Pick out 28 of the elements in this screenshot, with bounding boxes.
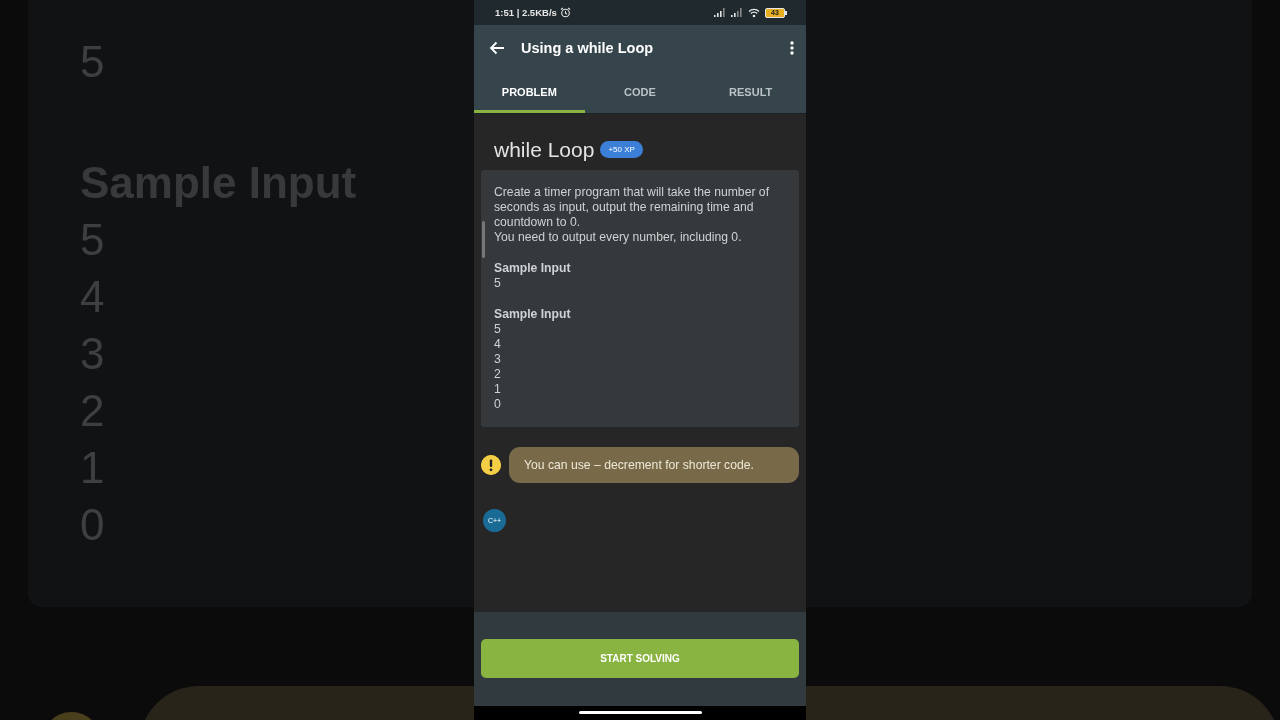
more-options-icon (790, 40, 794, 55)
sample-value: 3 (494, 352, 502, 367)
tab[interactable]: CODE (584, 70, 696, 113)
xp-badge: +50 XP (600, 140, 643, 158)
sample-value: 0 (494, 397, 502, 412)
sample-heading: Sample Input (494, 307, 572, 322)
screen-title: Using a while Loop (521, 39, 655, 56)
back-button[interactable] (489, 40, 505, 55)
hint-text: You can use – decrement for shorter code. (509, 447, 799, 483)
sample-value: 5 (494, 322, 502, 337)
sample-value: 2 (494, 367, 502, 382)
sample-value: 1 (494, 382, 502, 397)
tab[interactable]: PROBLEM (474, 70, 585, 113)
status-time: 1:51 | 2.5KB/s (495, 7, 557, 18)
more-options-button[interactable] (790, 40, 794, 55)
wifi-icon (748, 7, 760, 18)
problem-text: Create a timer program that will take the number of seconds as input, output the remaining time and countdown to 0. (494, 185, 771, 230)
lesson-title: while Loop (494, 138, 595, 162)
scrollbar (482, 221, 485, 258)
alarm-icon (559, 7, 571, 18)
signal-icon (714, 8, 726, 17)
back-arrow-icon (489, 40, 505, 55)
sample-value: 5 (494, 276, 502, 291)
problem-text: You need to output every number, including 0. (494, 230, 743, 245)
sample-value: 4 (494, 337, 502, 352)
sample-heading: Sample Input (494, 261, 572, 276)
tab[interactable]: RESULT (695, 70, 806, 113)
signal-icon (731, 8, 743, 17)
